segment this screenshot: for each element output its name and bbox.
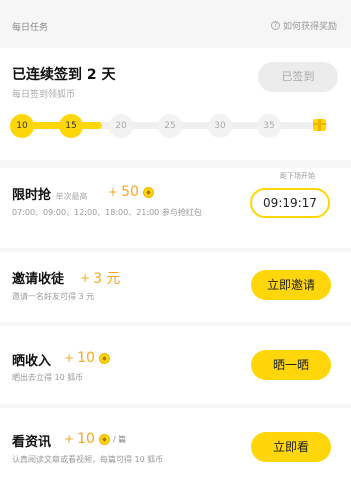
plus-sign: + — [64, 351, 75, 365]
milestone-10: 10 — [10, 114, 34, 138]
coin-icon: ◆ — [98, 352, 110, 364]
milestone-25: 25 — [158, 114, 182, 138]
task-read-news: 看资讯 + 10 ◆ / 篇 认真阅读文章或看视频，每篇可得 10 狐币 立即看 — [0, 408, 351, 481]
task-note: 单次最高 — [55, 192, 88, 201]
task-flash-sale: 限时抢 单次最高 + 50 ◆ 07:00、09:00、12:00、18:00、… — [0, 168, 351, 248]
task-title: 晒收入 — [12, 354, 52, 369]
task-desc: 晒出去立得 10 狐币 — [12, 373, 84, 382]
reward-value: 3 元 — [93, 271, 121, 287]
task-desc: 认真阅读文章或看视频，每篇可得 10 狐币 — [12, 455, 164, 464]
timer-label: 距下场开始 — [280, 172, 315, 180]
signed-button[interactable]: 已签到 — [258, 62, 338, 92]
milestone-35: 35 — [257, 114, 281, 138]
task-title: 限时抢 单次最高 — [12, 184, 88, 203]
reward-value: 10 — [77, 431, 95, 447]
help-link[interactable]: ? 如何获得奖励 — [270, 19, 337, 32]
task-title: 看资讯 — [12, 435, 52, 450]
reward-value: 50 — [121, 184, 139, 200]
plus-sign: + — [108, 185, 119, 199]
plus-sign: + — [80, 271, 91, 285]
task-reward: + 10 ◆ — [64, 350, 110, 366]
countdown-timer: 09:19:17 — [250, 188, 330, 218]
gift-milestone[interactable] — [307, 114, 331, 138]
share-income-button[interactable]: 晒一晒 — [251, 350, 331, 380]
plus-sign: + — [64, 432, 75, 446]
milestone-20: 20 — [109, 114, 133, 138]
task-title-text: 限时抢 — [12, 188, 52, 203]
reward-value: 10 — [77, 350, 95, 366]
help-link-text[interactable]: 如何获得奖励 — [283, 19, 337, 32]
task-reward: + 3 元 — [80, 268, 120, 288]
checkin-section: 已连续签到 2 天 每日签到领狐币 已签到 — [0, 48, 351, 160]
gift-icon — [313, 119, 326, 131]
task-title: 邀请收徒 — [12, 272, 65, 287]
coin-icon: ◆ — [98, 433, 110, 445]
help-circle-icon: ? — [270, 21, 280, 30]
milestone-15: 15 — [59, 114, 83, 138]
section-divider — [0, 160, 351, 168]
coin-icon: ◆ — [142, 186, 154, 198]
task-desc: 邀请一名好友可得 3 元 — [12, 292, 95, 301]
header: 每日任务 ? 如何获得奖励 — [0, 0, 351, 48]
checkin-progress: 10 15 20 25 30 35 — [10, 114, 335, 140]
task-share-income: 晒收入 + 10 ◆ 晒出去立得 10 狐币 晒一晒 — [0, 326, 351, 404]
checkin-title: 已连续签到 2 天 — [12, 67, 116, 83]
checkin-subtitle: 每日签到领狐币 — [12, 90, 76, 100]
task-reward: + 10 ◆ / 篇 — [64, 431, 126, 447]
milestone-30: 30 — [208, 114, 232, 138]
per-article: / 篇 — [112, 434, 127, 444]
header-title: 每日任务 — [12, 23, 49, 33]
task-invite: 邀请收徒 + 3 元 邀请一名好友可得 3 元 立即邀请 — [0, 252, 351, 322]
task-reward: + 50 ◆ — [108, 184, 154, 200]
read-news-button[interactable]: 立即看 — [251, 432, 331, 462]
task-desc: 07:00、09:00、12:00、18:00、21:00 参与抢红包 — [12, 208, 202, 217]
invite-button[interactable]: 立即邀请 — [251, 270, 331, 300]
